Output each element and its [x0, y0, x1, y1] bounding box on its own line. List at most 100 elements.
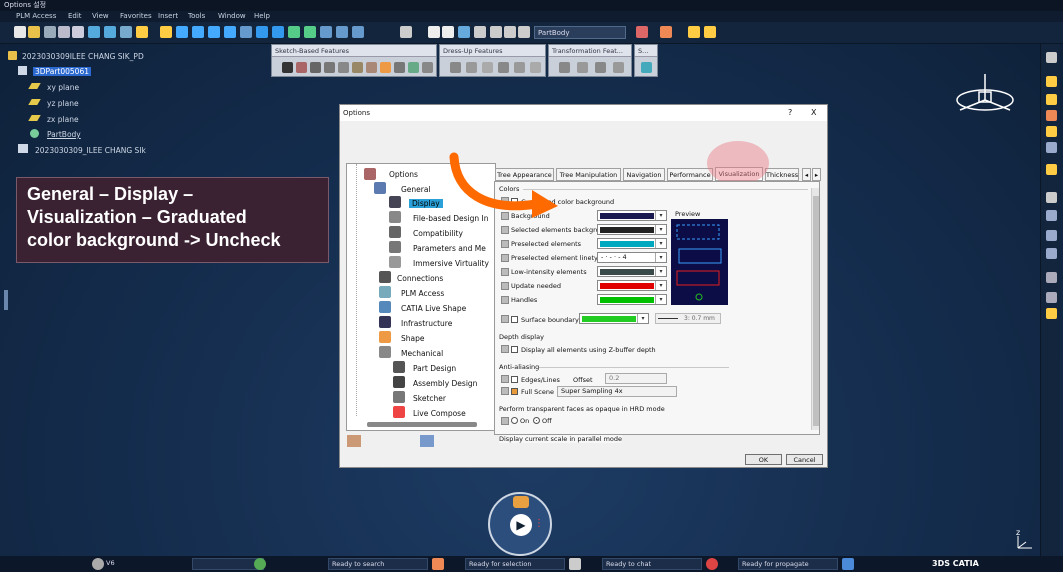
new-icon[interactable] — [14, 26, 26, 38]
offset-input[interactable]: 0.2 — [605, 373, 667, 384]
stiffener-icon[interactable] — [380, 62, 391, 73]
zoom-out-icon[interactable] — [224, 26, 236, 38]
tool-icon[interactable] — [1046, 110, 1057, 121]
shell-icon[interactable] — [498, 62, 509, 73]
plane-icon[interactable] — [518, 26, 530, 38]
lock-icon[interactable] — [501, 417, 509, 425]
lock-icon[interactable] — [501, 254, 509, 262]
tree-product[interactable]: 2023030309_ILEE CHANG SIk — [35, 146, 146, 155]
chamfer-icon[interactable] — [466, 62, 477, 73]
tab-navigation[interactable]: Navigation — [623, 168, 665, 181]
tree-item-partbody[interactable]: PartBody — [47, 130, 81, 139]
help-icon[interactable] — [136, 26, 148, 38]
line-icon[interactable] — [504, 26, 516, 38]
tool-icon[interactable] — [1046, 142, 1057, 153]
pad-icon[interactable] — [282, 62, 293, 73]
tool-icon[interactable] — [1046, 248, 1057, 259]
tree-immersive[interactable]: Immersive Virtuality — [413, 259, 489, 268]
update-icon[interactable] — [442, 26, 454, 38]
preselected-color-picker[interactable]: ▾ — [597, 238, 667, 249]
toolbar-icon-b[interactable] — [336, 26, 348, 38]
tool-icon[interactable] — [1046, 164, 1057, 175]
lock-icon[interactable] — [501, 387, 509, 395]
chat-icon[interactable] — [706, 558, 718, 570]
lock-icon[interactable] — [501, 375, 509, 383]
radio-on[interactable] — [511, 417, 518, 424]
rib-icon[interactable] — [352, 62, 363, 73]
point-icon[interactable] — [490, 26, 502, 38]
views-icon[interactable] — [256, 26, 268, 38]
publish-icon[interactable] — [704, 26, 716, 38]
fillet-icon[interactable] — [450, 62, 461, 73]
globe-icon[interactable] — [254, 558, 266, 570]
full-scene-checkbox[interactable] — [511, 388, 518, 395]
lock-icon[interactable] — [501, 240, 509, 248]
linetype-picker[interactable]: - · - · - 4 ▾ — [597, 252, 667, 263]
tree-action-icon[interactable] — [347, 435, 361, 447]
share-icon[interactable]: ⋮ — [534, 518, 546, 530]
menu-tools[interactable]: Tools — [188, 11, 205, 22]
tool-icon[interactable] — [1046, 308, 1057, 319]
tree-plm-access[interactable]: PLM Access — [401, 289, 444, 298]
status-search[interactable]: Ready to search — [328, 558, 428, 570]
tree-connections[interactable]: Connections — [397, 274, 443, 283]
menu-insert[interactable]: Insert — [158, 11, 178, 22]
tab-scroll-left[interactable]: ◂ — [802, 168, 811, 181]
users-icon[interactable] — [513, 496, 529, 508]
copy-icon[interactable] — [58, 26, 70, 38]
settings-icon[interactable] — [1046, 52, 1057, 63]
search-icon[interactable] — [432, 558, 444, 570]
part-design-icon[interactable] — [636, 26, 648, 38]
lock-icon[interactable] — [501, 296, 509, 304]
loft-icon[interactable] — [394, 62, 405, 73]
tree-item-yz-plane[interactable]: yz plane — [47, 99, 79, 108]
play-icon[interactable]: ▶ — [510, 514, 532, 536]
tool-icon[interactable] — [1046, 76, 1057, 87]
tool-icon[interactable] — [1046, 126, 1057, 137]
material-icon[interactable] — [660, 26, 672, 38]
tool-icon[interactable] — [1046, 94, 1057, 105]
swap-space-icon[interactable] — [304, 26, 316, 38]
tab-performance[interactable]: Performance — [667, 168, 713, 181]
background-color-picker[interactable]: ▾ — [597, 210, 667, 221]
tree-mechanical[interactable]: Mechanical — [401, 349, 443, 358]
measure-icon[interactable] — [428, 26, 440, 38]
tree-action2-icon[interactable] — [420, 435, 434, 447]
hide-show-icon[interactable] — [288, 26, 300, 38]
tree-infrastructure[interactable]: Infrastructure — [401, 319, 452, 328]
workbench-combo[interactable]: PartBody — [534, 26, 626, 39]
open-icon[interactable] — [28, 26, 40, 38]
edges-lines-checkbox[interactable] — [511, 376, 518, 383]
tool-icon[interactable] — [1046, 230, 1057, 241]
menu-favorites[interactable]: Favorites — [120, 11, 152, 22]
axis-icon[interactable] — [474, 26, 486, 38]
status-chat[interactable]: Ready to chat — [602, 558, 702, 570]
selected-bg-color-picker[interactable]: ▾ — [597, 224, 667, 235]
tool-icon[interactable] — [1046, 272, 1057, 283]
tree-item-xy-plane[interactable]: xy plane — [47, 83, 79, 92]
shaft-icon[interactable] — [310, 62, 321, 73]
paste-icon[interactable] — [72, 26, 84, 38]
multipad-icon[interactable] — [422, 62, 433, 73]
menu-plm-access[interactable]: PLM Access — [16, 11, 56, 22]
handles-color-picker[interactable]: ▾ — [597, 294, 667, 305]
full-scene-select[interactable]: Super Sampling 4x — [557, 386, 677, 397]
lock-icon[interactable] — [501, 282, 509, 290]
pattern-icon[interactable] — [595, 62, 606, 73]
apply-icon[interactable] — [688, 26, 700, 38]
mirror-icon[interactable] — [577, 62, 588, 73]
tree-vertical-scrollbar[interactable] — [347, 164, 357, 416]
surface-boundary-color-picker[interactable]: ▾ — [579, 313, 649, 324]
menu-help[interactable]: Help — [254, 11, 270, 22]
draft-icon[interactable] — [482, 62, 493, 73]
remove-loft-icon[interactable] — [408, 62, 419, 73]
zoom-in-icon[interactable] — [208, 26, 220, 38]
tree-display-selected[interactable]: Display — [409, 199, 443, 208]
menu-edit[interactable]: Edit — [68, 11, 82, 22]
tool-icon[interactable] — [1046, 292, 1057, 303]
scaling-icon[interactable] — [613, 62, 624, 73]
radio-off[interactable] — [533, 417, 540, 424]
close-button[interactable]: X — [811, 108, 816, 117]
cancel-button[interactable]: Cancel — [786, 454, 823, 465]
status-propagate[interactable]: Ready for propagate — [738, 558, 838, 570]
